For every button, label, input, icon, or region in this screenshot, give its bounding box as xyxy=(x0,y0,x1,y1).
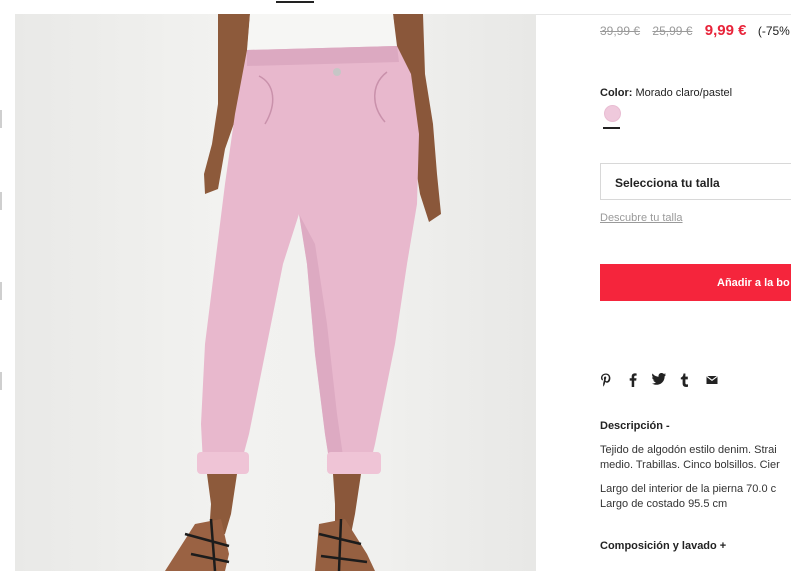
size-guide-link[interactable]: Descubre tu talla xyxy=(600,212,683,224)
sale-price: 9,99 € xyxy=(704,22,747,39)
tumblr-icon[interactable] xyxy=(680,373,689,389)
discount-label: (-75% xyxy=(757,24,790,38)
description-line: Tejido de algodón estilo denim. Strai xyxy=(600,444,777,456)
add-to-bag-button[interactable]: Añadir a la bo xyxy=(600,264,791,301)
pinterest-icon[interactable] xyxy=(600,373,612,389)
thumbnail-marker[interactable] xyxy=(0,110,2,128)
color-value: Morado claro/pastel xyxy=(635,87,733,99)
color-label: Color: xyxy=(600,87,633,99)
active-tab-indicator xyxy=(276,1,314,3)
email-icon[interactable] xyxy=(706,373,718,389)
description-line: medio. Trabillas. Cinco bolsillos. Cier xyxy=(600,459,780,471)
composition-toggle[interactable]: Composición y lavado + xyxy=(600,540,726,552)
twitter-icon[interactable] xyxy=(652,373,666,389)
color-info: Color: Morado claro/pastel xyxy=(600,87,732,99)
add-to-bag-label: Añadir a la bo xyxy=(717,277,790,289)
size-select[interactable]: Selecciona tu talla xyxy=(600,163,791,200)
description-toggle[interactable]: Descripción - xyxy=(600,420,670,432)
color-swatch[interactable] xyxy=(604,105,621,122)
thumbnail-rail xyxy=(0,14,15,571)
price-row: 39,99 € 25,99 € 9,99 € (-75% xyxy=(600,22,790,39)
thumbnail-marker[interactable] xyxy=(0,192,2,210)
description-line: Largo de costado 95.5 cm xyxy=(600,498,728,510)
jeans-photo xyxy=(165,14,441,571)
thumbnail-marker[interactable] xyxy=(0,282,2,300)
original-price: 39,99 € xyxy=(600,24,641,38)
description-line: Largo del interior de la pierna 70.0 c xyxy=(600,483,777,495)
thumbnail-marker[interactable] xyxy=(0,372,2,390)
top-navigation-bar xyxy=(0,0,791,15)
selected-swatch-indicator xyxy=(603,127,620,129)
size-select-label: Selecciona tu talla xyxy=(615,176,720,190)
facebook-icon[interactable] xyxy=(629,373,637,389)
previous-price: 25,99 € xyxy=(652,24,693,38)
product-image[interactable] xyxy=(15,14,536,571)
